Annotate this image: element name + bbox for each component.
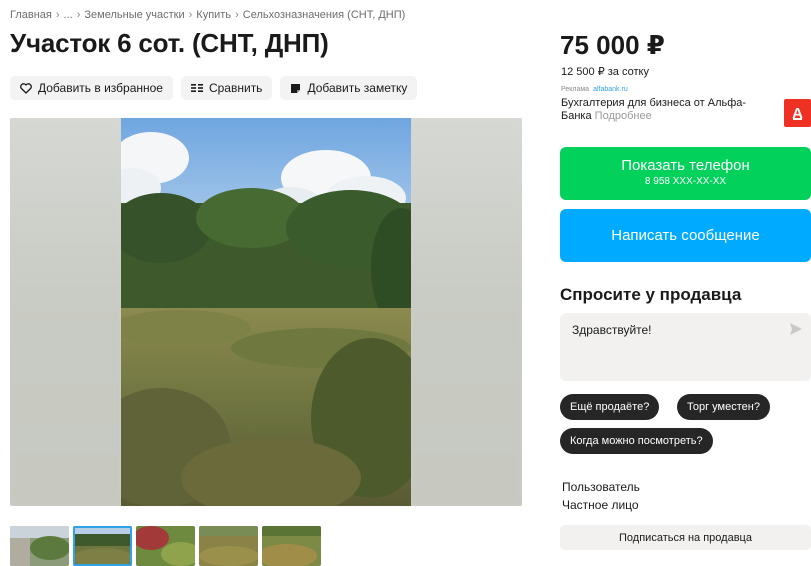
thumbnail-strip — [10, 526, 321, 566]
add-note-label: Добавить заметку — [307, 81, 408, 95]
show-phone-button[interactable]: Показать телефон 8 958 XXX-XX-XX — [560, 147, 811, 200]
listing-actions: Добавить в избранное Сравнить Добавить з… — [10, 76, 418, 100]
compare-icon — [190, 83, 203, 93]
quick-question-chip[interactable]: Когда можно посмотреть? — [560, 428, 713, 454]
main-photo[interactable] — [121, 118, 411, 506]
seller-info: Пользователь Частное лицо — [562, 478, 640, 514]
ask-seller-title: Спросите у продавца — [560, 285, 742, 304]
breadcrumb-item-ellipsis[interactable]: ... — [64, 9, 73, 21]
ad-more-link[interactable]: Подробнее — [595, 110, 652, 122]
thumbnail-3[interactable] — [136, 526, 195, 566]
gallery-blur-left — [10, 118, 121, 506]
ask-seller-text[interactable]: Здравствуйте! — [572, 323, 652, 337]
subscribe-seller-button[interactable]: Подписаться на продавца — [560, 525, 811, 550]
thumbnail-2[interactable] — [73, 526, 132, 566]
price: 75 000 ₽ — [560, 30, 665, 60]
add-note-button[interactable]: Добавить заметку — [280, 76, 418, 100]
compare-label: Сравнить — [208, 81, 263, 95]
ad-text-body: Бухгалтерия для бизнеса от Альфа-Банка — [561, 97, 747, 122]
quick-question-chip[interactable]: Торг уместен? — [677, 394, 770, 420]
thumbnail-1[interactable] — [10, 526, 69, 566]
breadcrumb-separator: › — [235, 9, 239, 21]
price-per-unit: 12 500 ₽ за сотку — [561, 66, 649, 78]
breadcrumb-item-buy[interactable]: Купить — [196, 9, 231, 21]
write-message-button[interactable]: Написать сообщение — [560, 209, 811, 262]
alfa-bank-logo-icon[interactable]: А — [784, 99, 811, 127]
photo-gallery[interactable] — [10, 118, 522, 506]
heart-icon — [20, 82, 32, 94]
note-icon — [290, 83, 301, 94]
quick-question-chip[interactable]: Ещё продаёте? — [560, 394, 660, 420]
show-phone-label: Показать телефон — [621, 157, 750, 174]
breadcrumb: Главная ›... › Земельные участки › Купить › Сел… — [10, 9, 405, 21]
breadcrumb-item-category[interactable]: Сельхозназначения (СНТ, ДНП) — [243, 9, 406, 21]
seller-type: Частное лицо — [562, 498, 639, 512]
ad-label: Реклама alfabank.ru — [561, 86, 628, 93]
logo-underline — [793, 118, 802, 120]
ask-seller-input[interactable]: Здравствуйте! — [560, 313, 811, 381]
send-icon[interactable] — [789, 322, 803, 341]
breadcrumb-item-home[interactable]: Главная — [10, 9, 52, 21]
ad-domain-link[interactable]: alfabank.ru — [593, 86, 628, 93]
seller-name[interactable]: Пользователь — [562, 478, 640, 496]
phone-number: 8 958 XXX-XX-XX — [644, 176, 727, 187]
ad-label-text: Реклама — [561, 86, 590, 93]
page-title: Участок 6 сот. (СНТ, ДНП) — [10, 28, 329, 58]
breadcrumb-separator: › — [76, 9, 81, 21]
breadcrumb-separator: › — [188, 9, 193, 21]
compare-button[interactable]: Сравнить — [180, 76, 273, 100]
add-to-favorites-label: Добавить в избранное — [38, 81, 163, 95]
breadcrumb-separator: › — [55, 9, 60, 21]
thumbnail-5[interactable] — [262, 526, 321, 566]
thumbnail-4[interactable] — [199, 526, 258, 566]
ad-text[interactable]: Бухгалтерия для бизнеса от Альфа-Банка П… — [561, 97, 771, 123]
add-to-favorites-button[interactable]: Добавить в избранное — [10, 76, 173, 100]
gallery-blur-right — [411, 118, 522, 506]
breadcrumb-item-land[interactable]: Земельные участки — [84, 9, 184, 21]
